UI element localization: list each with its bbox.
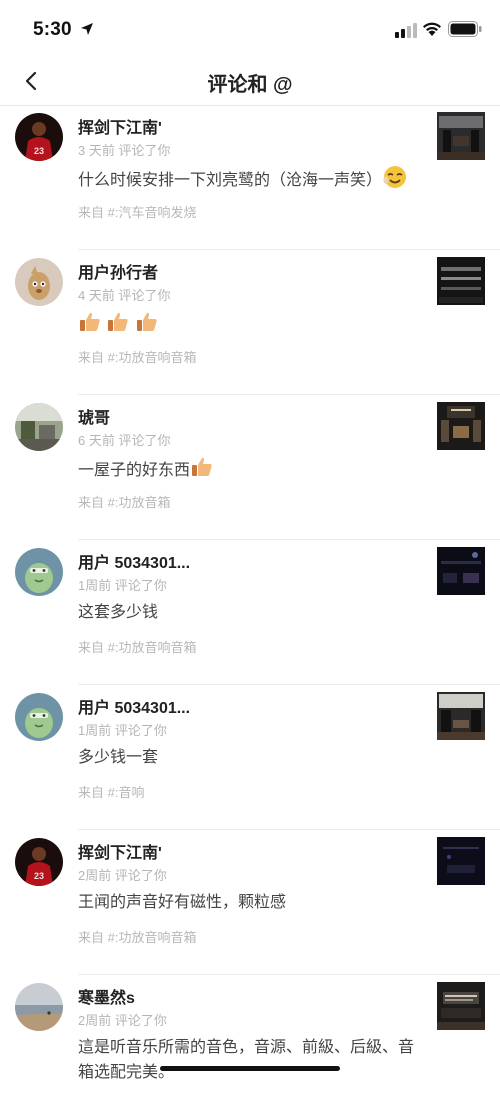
post-thumbnail[interactable] [437,402,485,450]
comment-text: 一屋子的好东西 [78,462,191,479]
comment-source[interactable]: 来自 #:汽车音响发烧 [78,202,196,221]
comment-text: 这套多少钱 [78,604,159,621]
post-thumbnail[interactable] [437,982,485,1030]
post-thumbnail[interactable] [437,837,485,885]
comment-content: 什么时候安排一下刘亮鹭的（沧海一声笑） [78,165,423,193]
avatar[interactable]: 23 [15,113,63,161]
post-thumbnail[interactable] [437,692,485,740]
user-name[interactable]: 挥剑下江南' [78,114,162,138]
avatar[interactable] [15,693,63,741]
comment-content: 这套多少钱 [78,600,423,625]
avatar[interactable] [15,548,63,596]
user-name[interactable]: 琥哥 [78,404,110,428]
user-name[interactable]: 挥剑下江南' [78,839,162,863]
avatar[interactable] [15,983,63,1031]
thumbs-up-icon [136,312,157,331]
list-item[interactable]: 23 挥剑下江南' 2周前 评论了你 王闻的声音好有磁性，颗粒感 来自 #:功放… [0,830,500,975]
post-thumbnail[interactable] [437,257,485,305]
comment-source[interactable]: 来自 #:功放音箱 [78,492,170,511]
comment-content: 這是听音乐所需的音色，音源、前級、后級、音箱选配完美。 [78,1035,423,1085]
comment-list: 23 挥剑下江南' 3 天前 评论了你 什么时候安排一下刘亮鹭的（沧海一声笑） … [0,105,500,1120]
user-name[interactable]: 寒墨然s [78,984,135,1008]
list-item[interactable]: 23 挥剑下江南' 3 天前 评论了你 什么时候安排一下刘亮鹭的（沧海一声笑） … [0,105,500,250]
comment-text: 什么时候安排一下刘亮鹭的（沧海一声笑） [78,172,383,189]
thumbs-up-icon [80,312,100,331]
comment-source[interactable]: 来自 #:音响 [78,782,144,801]
status-bar: 5:30 [0,0,500,60]
list-item[interactable]: 用户 5034301... 1周前 评论了你 这套多少钱 来自 #:功放音响音箱 [0,540,500,685]
comment-text: 王闻的声音好有磁性，颗粒感 [78,894,287,911]
user-name[interactable]: 用户 5034301... [78,694,190,718]
comment-meta: 4 天前 评论了你 [78,288,171,303]
comment-meta: 6 天前 评论了你 [78,433,171,448]
location-arrow-icon [81,23,93,35]
avatar[interactable] [15,258,63,306]
wifi-icon [423,22,441,36]
comment-source[interactable]: 来自 #:功放音响音箱 [78,347,196,366]
post-thumbnail[interactable] [437,112,485,160]
list-item[interactable]: 寒墨然s 2周前 评论了你 這是听音乐所需的音色，音源、前級、后級、音箱选配完美… [0,975,500,1120]
comment-source[interactable]: 来自 #:功放音响音箱 [78,927,196,946]
comment-meta: 1周前 评论了你 [78,578,167,593]
laughing-face-icon [383,166,407,188]
comment-text: 多少钱一套 [78,749,159,766]
post-thumbnail[interactable] [437,547,485,595]
comment-meta: 3 天前 评论了你 [78,143,171,158]
comment-text: 這是听音乐所需的音色，音源、前級、后級、音箱选配完美。 [78,1039,415,1081]
comment-meta: 2周前 评论了你 [78,1013,167,1028]
thumbs-up-icon [192,457,212,476]
avatar[interactable]: 23 [15,838,63,886]
avatar[interactable] [15,403,63,451]
comment-source[interactable]: 来自 #:功放音响音箱 [78,637,196,656]
comment-content: 王闻的声音好有磁性，颗粒感 [78,890,423,915]
user-name[interactable]: 用户 5034301... [78,549,190,573]
nav-bar: 评论和 @ [0,60,500,106]
svg-text:23: 23 [34,146,44,156]
comment-content: 一屋子的好东西 [78,455,423,483]
home-indicator [160,1066,340,1071]
comment-meta: 1周前 评论了你 [78,723,167,738]
list-item[interactable]: 用户 5034301... 1周前 评论了你 多少钱一套 来自 #:音响 [0,685,500,830]
comment-meta: 2周前 评论了你 [78,868,167,883]
status-time: 5:30 [33,19,72,40]
svg-text:23: 23 [34,871,44,881]
signal-icon [395,23,417,38]
comment-content [78,310,423,338]
comment-content: 多少钱一套 [78,745,423,770]
user-name[interactable]: 用户孙行者 [78,259,158,283]
thumbs-up-icon [108,312,129,331]
page-title: 评论和 @ [207,74,293,96]
list-item[interactable]: 用户孙行者 4 天前 评论了你 来自 #:功放音响音箱 [0,250,500,395]
battery-icon [448,21,482,37]
list-item[interactable]: 琥哥 6 天前 评论了你 一屋子的好东西 来自 #:功放音箱 [0,395,500,540]
